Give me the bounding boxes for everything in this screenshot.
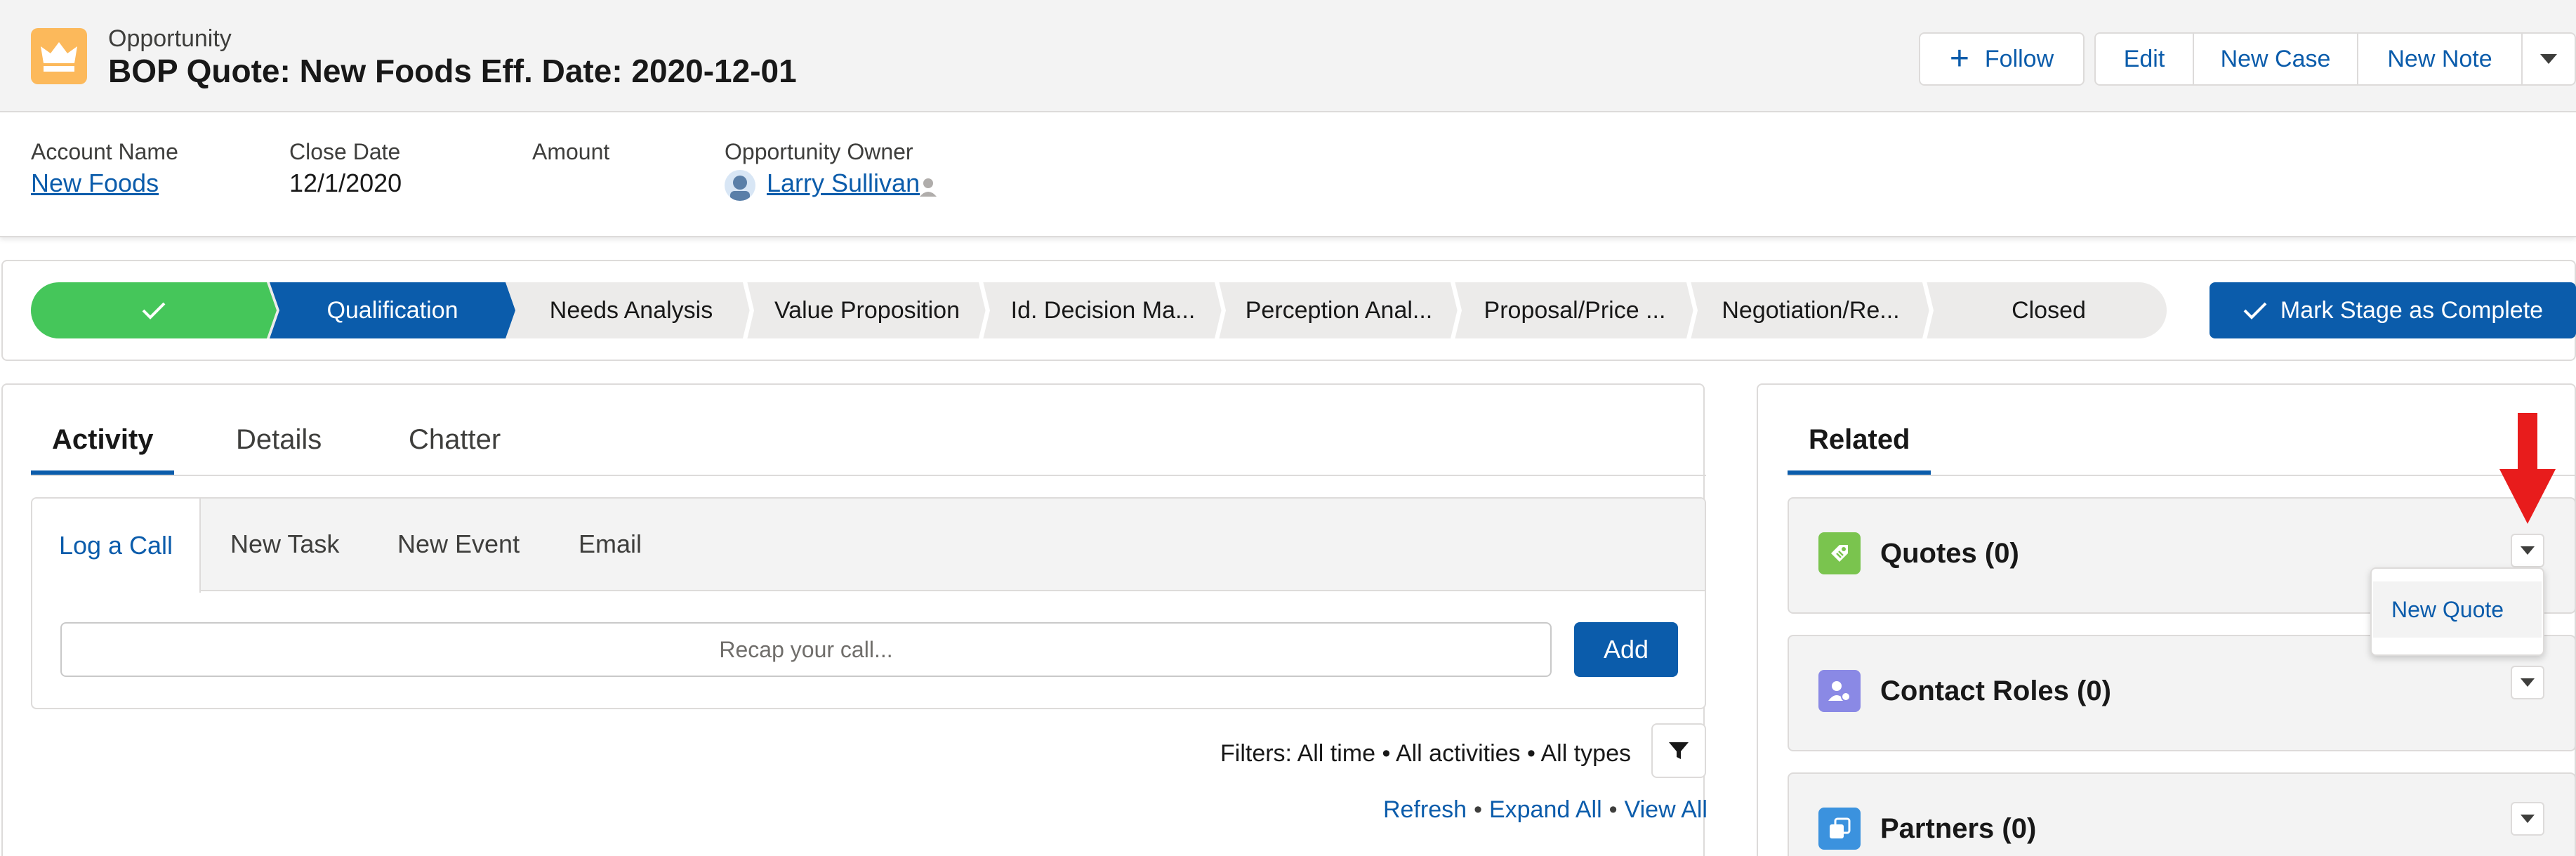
new-note-button[interactable]: New Note (2358, 34, 2523, 84)
action-button-group: Edit New Case New Note (2094, 32, 2576, 86)
object-type-label: Opportunity (108, 25, 232, 52)
path-step-complete[interactable] (31, 282, 277, 338)
active-tab-indicator (1788, 470, 1931, 475)
path-step-qualification[interactable]: Qualification (270, 282, 515, 338)
contact-role-icon (1818, 670, 1861, 712)
owner-link[interactable]: Larry Sullivan (767, 169, 920, 198)
related-list-menu-button[interactable] (2511, 666, 2544, 699)
chevron-down-icon (2521, 546, 2535, 555)
related-list-title[interactable]: Contact Roles (0) (1880, 676, 2111, 707)
check-icon (2243, 302, 2267, 320)
tab-details[interactable]: Details (236, 424, 322, 456)
recap-call-input[interactable] (60, 622, 1552, 677)
separator-dot: • (1474, 796, 1482, 823)
separator-dot: • (1609, 796, 1618, 823)
activity-links-row: Refresh • Expand All • View All (1383, 796, 1708, 824)
new-quote-menu-item[interactable]: New Quote (2373, 581, 2542, 638)
mark-stage-complete-label: Mark Stage as Complete (2280, 296, 2544, 324)
expand-all-link[interactable]: Expand All (1489, 796, 1602, 823)
chevron-down-icon (2521, 815, 2535, 823)
related-list-title[interactable]: Partners (0) (1880, 813, 2036, 845)
quote-icon (1818, 532, 1861, 574)
view-all-link[interactable]: View All (1625, 796, 1708, 823)
composer-tab-email[interactable]: Email (579, 529, 642, 559)
more-actions-button[interactable] (2523, 34, 2575, 84)
chevron-down-icon (2521, 678, 2535, 687)
partner-icon (1818, 808, 1861, 850)
filter-button[interactable] (1651, 723, 1706, 778)
owner-label: Opportunity Owner (725, 139, 913, 164)
annotation-arrow-icon (2497, 413, 2558, 525)
follow-label: Follow (1984, 45, 2054, 72)
composer-tab-new-event[interactable]: New Event (397, 529, 520, 559)
composer-tab-new-task[interactable]: New Task (230, 529, 339, 559)
related-list-menu-button[interactable] (2511, 802, 2544, 836)
path-step-proposal-price-quote[interactable]: Proposal/Price ... (1459, 282, 1691, 338)
tab-related[interactable]: Related (1809, 424, 1910, 456)
active-tab-indicator (31, 470, 174, 475)
path-step-needs-analysis[interactable]: Needs Analysis (515, 282, 747, 338)
opportunity-crown-icon (31, 28, 87, 84)
path-step-perception-analysis[interactable]: Perception Anal... (1223, 282, 1455, 338)
check-icon (142, 302, 166, 320)
funnel-icon (1669, 742, 1689, 759)
owner-avatar[interactable] (725, 170, 755, 201)
plus-icon: + (1949, 40, 1969, 77)
composer-tab-log-a-call[interactable]: Log a Call (32, 499, 201, 593)
path-step-negotiation-review[interactable]: Negotiation/Re... (1695, 282, 1927, 338)
add-button[interactable]: Add (1574, 622, 1678, 677)
new-case-button[interactable]: New Case (2194, 34, 2358, 84)
tabs-divider (31, 475, 1706, 476)
related-list-menu-button[interactable] (2511, 534, 2544, 567)
account-name-label: Account Name (31, 139, 178, 164)
related-list-title[interactable]: Quotes (0) (1880, 538, 2019, 569)
refresh-link[interactable]: Refresh (1383, 796, 1467, 823)
tabs-divider (1788, 475, 2576, 476)
mark-stage-complete-button[interactable]: Mark Stage as Complete (2210, 282, 2576, 338)
follow-button[interactable]: + Follow (1919, 32, 2085, 86)
path-step-closed[interactable]: Closed (1931, 282, 2167, 338)
account-name-link[interactable]: New Foods (31, 169, 159, 198)
amount-label: Amount (532, 139, 610, 164)
path-step-value-proposition[interactable]: Value Proposition (751, 282, 983, 338)
close-date-value: 12/1/2020 (289, 169, 402, 197)
change-owner-icon[interactable] (918, 176, 941, 198)
edit-button[interactable]: Edit (2096, 34, 2194, 84)
tab-chatter[interactable]: Chatter (409, 424, 501, 456)
path-step-id-decision-makers[interactable]: Id. Decision Ma... (987, 282, 1219, 338)
tab-activity[interactable]: Activity (52, 424, 154, 456)
close-date-label: Close Date (289, 139, 401, 164)
chevron-down-icon (2540, 54, 2557, 64)
activity-filters-text: Filters: All time • All activities • All… (1220, 740, 1631, 767)
page-title: BOP Quote: New Foods Eff. Date: 2020-12-… (108, 53, 797, 89)
